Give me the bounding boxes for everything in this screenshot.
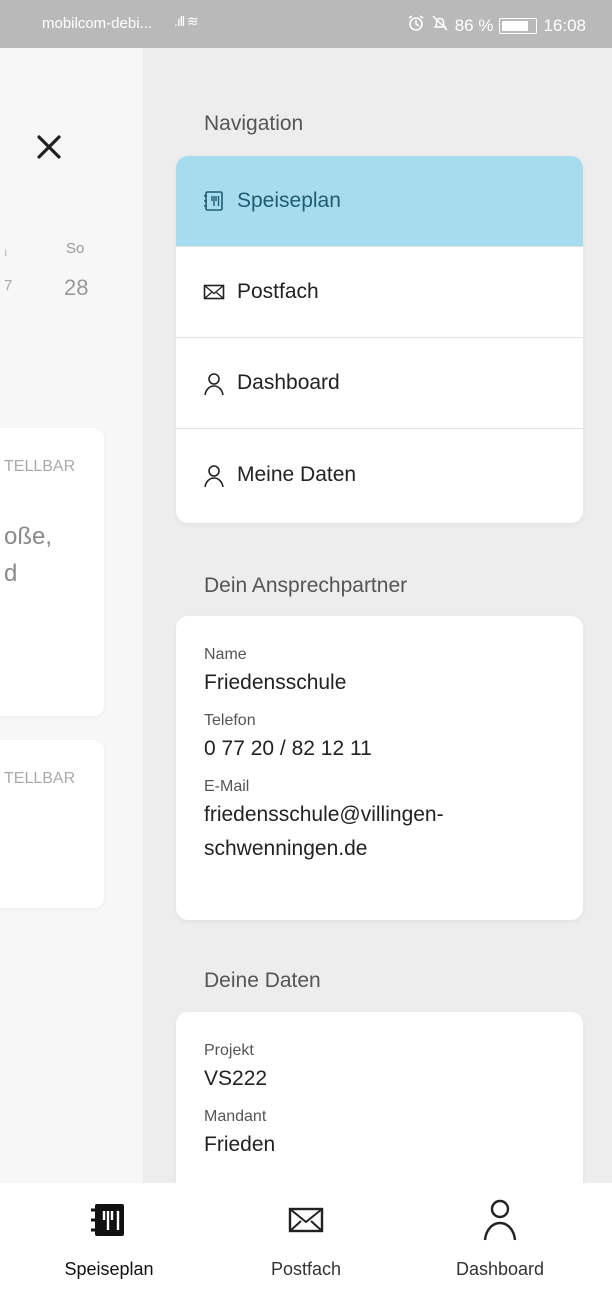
project-label: Projekt — [204, 1042, 254, 1059]
navigation-title: Navigation — [204, 112, 304, 135]
contact-email-line2: schwenningen.de — [204, 837, 368, 860]
tab-label-dashboard: Dashboard — [455, 1259, 545, 1279]
envelope-icon — [226, 1195, 386, 1245]
navigation-card: Speiseplan Postfach Dashboard Meine Date… — [176, 156, 583, 523]
contact-card: Name Friedensschule Telefon 0 77 20 / 82… — [176, 616, 583, 920]
tab-speiseplan[interactable]: Speiseplan — [29, 1195, 189, 1280]
project-value: VS222 — [204, 1067, 268, 1090]
nav-label-meine-daten: Meine Daten — [237, 462, 357, 486]
bell-off-icon — [431, 14, 449, 37]
alarm-icon — [407, 14, 425, 37]
navigation-drawer: Navigation Speiseplan Postfach Dashboard… — [143, 48, 612, 1183]
clock: 16:08 — [543, 15, 586, 35]
background-day-label: So — [66, 240, 85, 257]
nav-label-speiseplan: Speiseplan — [237, 189, 341, 212]
contact-email-label: E-Mail — [204, 778, 250, 795]
tab-dashboard[interactable]: Dashboard — [420, 1195, 580, 1280]
contact-name-label: Name — [204, 646, 247, 663]
battery-icon — [499, 17, 538, 34]
background-meal-card: TELLBAR — [0, 740, 104, 908]
client-value: Frieden — [204, 1133, 276, 1156]
client-label: Mandant — [204, 1108, 267, 1125]
meal-status: TELLBAR — [4, 770, 76, 787]
contact-name: Friedensschule — [204, 671, 347, 694]
status-bar: mobilcom-debi... .ıll ≋ 86 % 16:08 — [0, 0, 612, 48]
meal-text-line2: d — [4, 560, 18, 587]
status-right: 86 % 16:08 — [407, 14, 586, 37]
nav-label-postfach: Postfach — [237, 280, 319, 303]
background-content: ı 7 So 28 TELLBAR oße, d TELLBAR — [0, 48, 143, 1183]
person-icon — [420, 1195, 580, 1245]
signal-icon: .ıll ≋ — [174, 13, 199, 29]
person-icon — [203, 464, 225, 487]
bottom-navigation: Speiseplan Postfach Dashboard — [0, 1183, 612, 1295]
data-section-title: Deine Daten — [204, 969, 321, 992]
contact-phone-label: Telefon — [204, 712, 256, 729]
contact-email-line1: friedensschule@villingen- — [204, 803, 444, 826]
envelope-icon — [203, 281, 225, 303]
battery-percent: 86 % — [454, 15, 494, 35]
contact-email[interactable]: friedensschule@villingen- schwenningen.d… — [204, 798, 555, 866]
tab-label-speiseplan: Speiseplan — [64, 1259, 154, 1279]
meal-text-line1: oße, — [4, 523, 53, 550]
nav-item-postfach[interactable]: Postfach — [176, 247, 583, 338]
meal-text: oße, d — [4, 518, 52, 592]
nav-label-dashboard: Dashboard — [237, 371, 340, 394]
close-icon[interactable] — [35, 128, 63, 168]
contact-phone[interactable]: 0 77 20 / 82 12 11 — [204, 732, 555, 766]
background-date: 28 — [64, 275, 89, 300]
nav-item-speiseplan[interactable]: Speiseplan — [176, 156, 583, 247]
tab-postfach[interactable]: Postfach — [226, 1195, 386, 1280]
contact-section-title: Dein Ansprechpartner — [204, 574, 408, 597]
background-day-fragment: ı — [4, 245, 8, 259]
tab-label-postfach: Postfach — [270, 1259, 342, 1279]
person-icon — [203, 372, 225, 396]
meal-status: TELLBAR — [4, 458, 76, 475]
background-meal-card: TELLBAR oße, d — [0, 428, 104, 716]
menu-book-icon — [29, 1195, 189, 1245]
nav-item-dashboard[interactable]: Dashboard — [176, 338, 583, 429]
menu-book-icon — [203, 190, 225, 212]
background-date-fragment: 7 — [4, 277, 13, 294]
nav-item-meine-daten[interactable]: Meine Daten — [176, 429, 583, 520]
data-card: Projekt VS222 Mandant Frieden — [176, 1012, 583, 1183]
carrier-label: mobilcom-debi... — [42, 15, 153, 32]
